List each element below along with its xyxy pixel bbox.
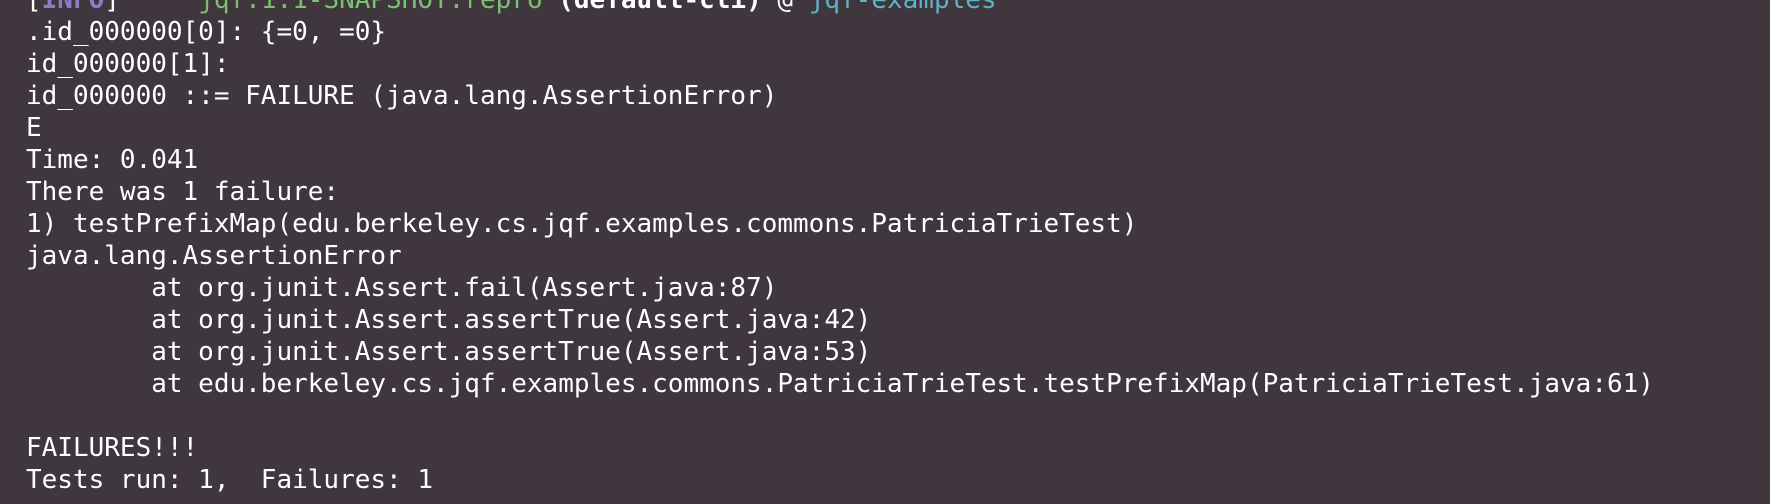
- output-line-failed-test: 1) testPrefixMap(edu.berkeley.cs.jqf.exa…: [26, 209, 1138, 239]
- output-line-failure-count: There was 1 failure:: [26, 177, 340, 207]
- output-line-input-0: .id_000000[0]: {=0, =0}: [26, 17, 387, 47]
- header-spacer: [120, 0, 198, 15]
- info-level-tag: INFO: [41, 0, 105, 15]
- terminal-window[interactable]: [INFO] jqf:1.1-SNAPSHOT:repro (default-c…: [0, 0, 1770, 504]
- info-bracket-open: [: [26, 0, 42, 15]
- maven-plugin-name: jqf:1.1-SNAPSHOT:repro: [198, 0, 543, 15]
- output-line-exception: java.lang.AssertionError: [26, 241, 402, 271]
- output-line-input-1: id_000000[1]:: [26, 49, 230, 79]
- stack-trace-line: at org.junit.Assert.assertTrue(Assert.ja…: [26, 337, 872, 367]
- maven-goal: (default-cli): [542, 0, 762, 15]
- output-line-time: Time: 0.041: [26, 145, 199, 175]
- stack-trace-line: at org.junit.Assert.fail(Assert.java:87): [26, 273, 778, 303]
- output-line-failures-banner: FAILURES!!!: [26, 433, 199, 463]
- header-at: @: [761, 0, 809, 15]
- output-line-e: E: [26, 113, 42, 143]
- output-line-failure-result: id_000000 ::= FAILURE (java.lang.Asserti…: [26, 81, 778, 111]
- output-line-test-summary: Tests run: 1, Failures: 1: [26, 465, 433, 495]
- stack-trace-line: at org.junit.Assert.assertTrue(Assert.ja…: [26, 305, 872, 335]
- stack-trace-line: at edu.berkeley.cs.jqf.examples.commons.…: [26, 369, 1654, 399]
- maven-info-header-line: [INFO] jqf:1.1-SNAPSHOT:repro (default-c…: [26, 0, 1654, 16]
- terminal-output: [INFO] jqf:1.1-SNAPSHOT:repro (default-c…: [26, 0, 1654, 496]
- info-bracket-close: ]: [104, 0, 120, 15]
- maven-project-name: jqf-examples: [808, 0, 997, 15]
